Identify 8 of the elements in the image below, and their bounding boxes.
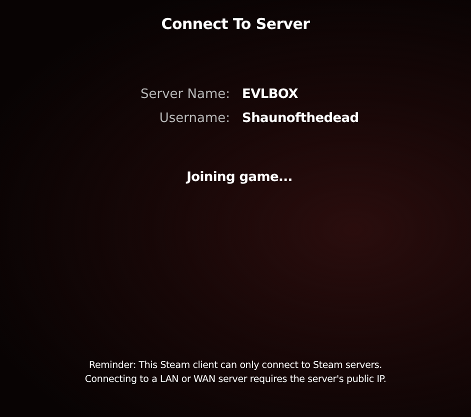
status-text: Joining game... (186, 170, 292, 185)
dialog-title: Connect To Server (161, 15, 310, 33)
reminder-text: Connecting to a LAN or WAN server requires the server's public IP. (84, 373, 386, 387)
field-label: Server Name: (140, 87, 230, 102)
field-label: Username: (158, 111, 230, 126)
reminder-text: Reminder: This Steam client can only connect to Steam servers. (88, 359, 383, 373)
field-value: Shaunofthedead (242, 111, 360, 126)
field-value: EVLBOX (242, 87, 299, 102)
